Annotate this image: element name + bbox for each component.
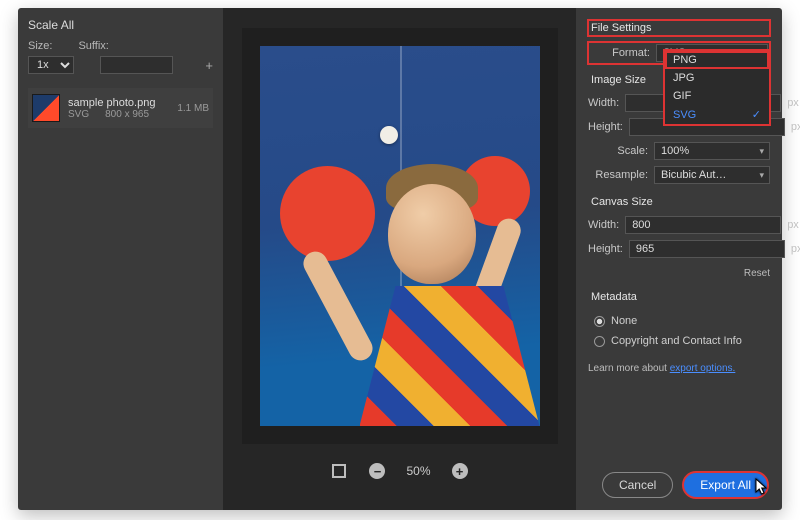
check-icon: ✓ xyxy=(752,108,761,121)
format-label: Format: xyxy=(590,47,650,59)
radio-on-icon xyxy=(594,316,605,327)
cancel-button[interactable]: Cancel xyxy=(602,472,673,498)
file-settings-title: File Settings xyxy=(588,20,770,36)
width-label: Width: xyxy=(588,97,619,109)
format-option-gif[interactable]: GIF xyxy=(665,87,769,105)
export-dialog: Scale All Size: Suffix: 1x + sample phot… xyxy=(18,8,782,510)
unit-px: px xyxy=(791,243,800,255)
canvas-height-label: Height: xyxy=(588,243,623,255)
file-size: 1.1 MB xyxy=(177,103,209,114)
file-format: SVG xyxy=(68,109,89,120)
zoom-value: 50% xyxy=(406,464,430,478)
learn-more-text: Learn more about export options. xyxy=(588,363,770,374)
dialog-footer: Cancel Export All xyxy=(602,472,768,498)
zoom-in-button[interactable]: + xyxy=(451,462,469,480)
format-dropdown: PNG JPG GIF SVG✓ xyxy=(664,50,770,125)
left-panel: Scale All Size: Suffix: 1x + sample phot… xyxy=(18,8,223,510)
format-option-png[interactable]: PNG xyxy=(665,51,769,69)
file-name: sample photo.png xyxy=(68,97,169,109)
resample-label: Resample: xyxy=(588,169,648,181)
file-thumbnail xyxy=(32,94,60,122)
radio-off-icon xyxy=(594,336,605,347)
metadata-title: Metadata xyxy=(588,289,770,305)
export-all-button[interactable]: Export All xyxy=(683,472,768,498)
unit-px: px xyxy=(787,219,799,231)
metadata-none-radio[interactable]: None xyxy=(594,315,770,327)
canvas-size-title: Canvas Size xyxy=(588,194,770,210)
preview-panel: − 50% + xyxy=(223,8,576,510)
preview-box xyxy=(242,28,558,444)
height-label: Height: xyxy=(588,121,623,133)
reset-link[interactable]: Reset xyxy=(588,268,770,279)
unit-px: px xyxy=(791,121,800,133)
canvas-width-input[interactable] xyxy=(625,216,781,234)
resample-select[interactable]: Bicubic Aut… xyxy=(654,166,770,184)
canvas-height-input[interactable] xyxy=(629,240,785,258)
export-options-link[interactable]: export options. xyxy=(670,363,736,374)
metadata-copyright-radio[interactable]: Copyright and Contact Info xyxy=(594,335,770,347)
zoom-out-button[interactable]: − xyxy=(368,462,386,480)
format-option-svg[interactable]: SVG✓ xyxy=(665,105,769,124)
scale-label: Scale: xyxy=(588,145,648,157)
scale-all-title: Scale All xyxy=(28,18,213,32)
preview-image xyxy=(260,46,540,426)
file-dimensions: 800 x 965 xyxy=(105,109,149,120)
scale-select[interactable]: 1x xyxy=(28,56,74,74)
canvas-width-label: Width: xyxy=(588,219,619,231)
suffix-label: Suffix: xyxy=(78,40,108,52)
file-list-item[interactable]: sample photo.png SVG 800 x 965 1.1 MB xyxy=(28,88,213,128)
format-option-jpg[interactable]: JPG xyxy=(665,69,769,87)
right-panel: File Settings Format: SVG ▾ PNG JPG GIF … xyxy=(576,8,782,510)
scale-select[interactable]: 100% xyxy=(654,142,770,160)
fit-screen-button[interactable] xyxy=(330,462,348,480)
cursor-icon xyxy=(755,478,769,499)
suffix-input[interactable] xyxy=(100,56,173,74)
size-label: Size: xyxy=(28,40,52,52)
add-scale-button[interactable]: + xyxy=(205,58,213,73)
unit-px: px xyxy=(787,97,799,109)
zoom-toolbar: − 50% + xyxy=(330,462,468,480)
